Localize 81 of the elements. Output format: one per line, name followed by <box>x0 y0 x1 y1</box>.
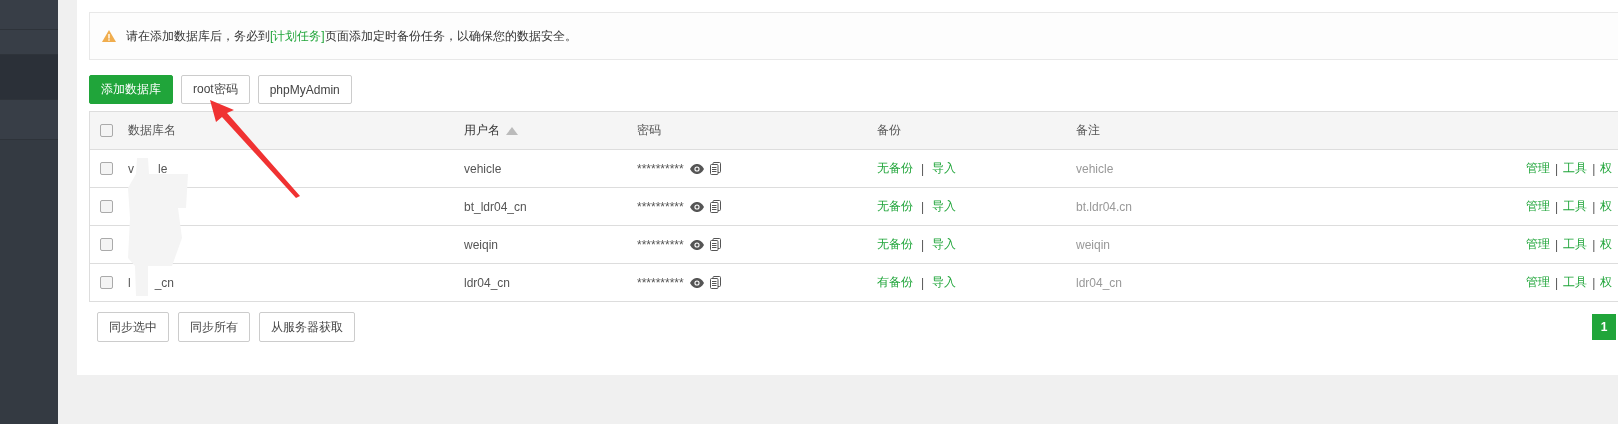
action-link[interactable]: 工具 <box>1563 274 1588 291</box>
password-mask: ********** <box>637 237 684 252</box>
copy-icon[interactable] <box>709 238 721 251</box>
sidebar-item[interactable] <box>0 0 58 30</box>
table-cell: ldr04_cn <box>464 275 511 290</box>
note-cell: ldr04_cn <box>1076 275 1123 290</box>
column-header[interactable]: 密码 <box>637 122 661 139</box>
separator: | <box>921 275 925 290</box>
checkbox[interactable] <box>100 238 113 251</box>
action-link[interactable]: 权 <box>1600 236 1613 253</box>
copy-icon[interactable] <box>709 162 721 175</box>
warning-icon <box>102 30 116 42</box>
checkbox[interactable] <box>100 162 113 175</box>
checkbox[interactable] <box>100 200 113 213</box>
action-link[interactable]: 权 <box>1600 198 1613 215</box>
sort-icon <box>506 126 518 135</box>
eye-icon[interactable] <box>689 277 704 288</box>
import-link[interactable]: 导入 <box>932 198 957 215</box>
sidebar-item[interactable] <box>0 100 58 140</box>
separator: | <box>1592 161 1596 176</box>
toolbar-button[interactable]: root密码 <box>181 75 250 104</box>
backup-link[interactable]: 无备份 <box>877 160 913 177</box>
toolbar-button[interactable]: 添加数据库 <box>89 75 173 104</box>
eye-icon[interactable] <box>689 239 704 250</box>
action-link[interactable]: 权 <box>1600 160 1613 177</box>
note-cell: vehicle <box>1076 161 1114 176</box>
backup-link[interactable]: 无备份 <box>877 236 913 253</box>
database-name: le <box>158 161 168 176</box>
action-link[interactable]: 工具 <box>1563 236 1588 253</box>
separator: | <box>1555 275 1559 290</box>
import-link[interactable]: 导入 <box>932 160 957 177</box>
separator: | <box>1592 199 1596 214</box>
password-mask: ********** <box>637 161 684 176</box>
footer-button[interactable]: 从服务器获取 <box>259 312 355 342</box>
action-link[interactable]: 工具 <box>1563 160 1588 177</box>
action-link[interactable]: 管理 <box>1526 236 1550 253</box>
page-button[interactable]: 1 <box>1592 314 1616 340</box>
table-cell: weiqin <box>464 237 499 252</box>
sidebar-item[interactable] <box>0 55 58 100</box>
toolbar-button[interactable]: phpMyAdmin <box>257 75 352 104</box>
database-name: l <box>128 275 131 290</box>
separator: | <box>1592 275 1596 290</box>
action-link[interactable]: 权 <box>1600 274 1613 291</box>
backup-link[interactable]: 无备份 <box>877 198 913 215</box>
checkbox[interactable] <box>100 124 113 137</box>
separator: | <box>1555 161 1559 176</box>
import-link[interactable]: 导入 <box>932 274 957 291</box>
column-header[interactable]: 用户名 <box>464 122 500 139</box>
separator: | <box>921 161 925 176</box>
checkbox[interactable] <box>100 276 113 289</box>
action-link[interactable]: 管理 <box>1526 198 1550 215</box>
password-mask: ********** <box>637 275 684 290</box>
column-header[interactable]: 数据库名 <box>128 122 176 139</box>
eye-icon[interactable] <box>689 163 704 174</box>
separator: | <box>921 237 925 252</box>
table-cell: vehicle <box>464 161 502 176</box>
database-name: _cn <box>154 275 175 290</box>
note-cell: weiqin <box>1076 237 1111 252</box>
separator: | <box>1555 237 1559 252</box>
action-link[interactable]: 工具 <box>1563 198 1588 215</box>
table-cell: bt_ldr04_cn <box>464 199 527 214</box>
eye-icon[interactable] <box>689 201 704 212</box>
backup-link[interactable]: 有备份 <box>877 274 913 291</box>
database-name: v <box>128 161 134 176</box>
scheduled-tasks-link[interactable]: [计划任务] <box>270 28 325 43</box>
footer-button[interactable]: 同步所有 <box>178 312 250 342</box>
separator: | <box>1592 237 1596 252</box>
password-mask: ********** <box>637 199 684 214</box>
action-link[interactable]: 管理 <box>1526 274 1550 291</box>
column-header[interactable]: 备注 <box>1076 122 1100 139</box>
note-cell: bt.ldr04.cn <box>1076 199 1133 214</box>
action-link[interactable]: 管理 <box>1526 160 1550 177</box>
copy-icon[interactable] <box>709 200 721 213</box>
column-header[interactable]: 备份 <box>877 122 901 139</box>
sidebar-item[interactable] <box>0 30 58 55</box>
separator: | <box>921 199 925 214</box>
footer-button[interactable]: 同步选中 <box>97 312 169 342</box>
copy-icon[interactable] <box>709 276 721 289</box>
separator: | <box>1555 199 1559 214</box>
alert-text: 请在添加数据库后，务必到[计划任务]页面添加定时备份任务，以确保您的数据安全。 <box>126 27 577 45</box>
import-link[interactable]: 导入 <box>932 236 957 253</box>
